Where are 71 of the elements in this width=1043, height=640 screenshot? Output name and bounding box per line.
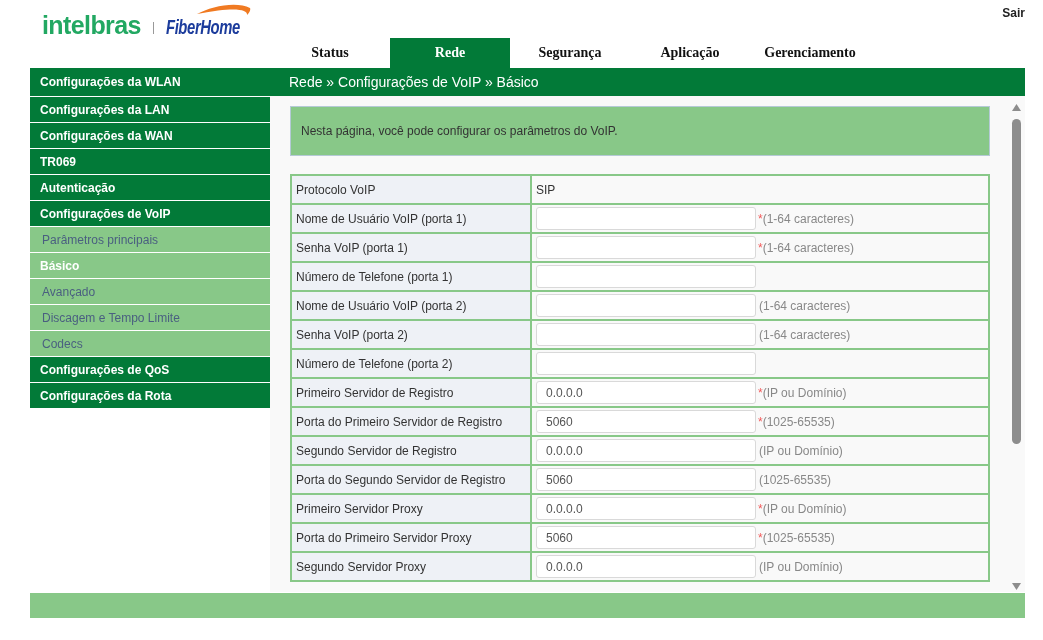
hint-text: (1025-65535) xyxy=(762,414,835,429)
text-field[interactable] xyxy=(536,323,756,346)
hint-text: (1025-65535) xyxy=(759,472,832,487)
sidebar-item[interactable]: Configurações da WLAN xyxy=(30,68,270,96)
field-label: Primeiro Servidor Proxy xyxy=(291,494,531,523)
hint-text: (IP ou Domínio) xyxy=(759,559,843,574)
text-field[interactable] xyxy=(536,236,756,259)
logo-text: intelbras xyxy=(42,13,141,38)
logout-link[interactable]: Sair xyxy=(1002,6,1025,20)
scroll-up-icon[interactable] xyxy=(1012,104,1021,111)
field-label: Porta do Primeiro Servidor de Registro xyxy=(291,407,531,436)
hint-text: (1-64 caracteres) xyxy=(762,240,855,255)
text-field[interactable]: 0.0.0.0 xyxy=(536,439,756,462)
field-label: Porta do Segundo Servidor de Registro xyxy=(291,465,531,494)
field-label: Protocolo VoIP xyxy=(291,175,531,204)
text-field[interactable] xyxy=(536,294,756,317)
field-label: Número de Telefone (porta 1) xyxy=(291,262,531,291)
required-mark: * xyxy=(758,414,763,429)
sidebar-item[interactable]: Configurações de QoS xyxy=(30,357,270,382)
hint-text: (IP ou Domínio) xyxy=(759,443,843,458)
nav-tab[interactable]: Aplicação xyxy=(630,38,750,68)
required-mark: * xyxy=(758,530,763,545)
nav-tab[interactable]: Status xyxy=(270,38,390,68)
swoosh-icon xyxy=(196,3,251,15)
required-mark: * xyxy=(758,240,763,255)
required-mark: * xyxy=(758,501,763,516)
partner-logo-text: FiberHome xyxy=(164,16,241,38)
text-field[interactable]: 0.0.0.0 xyxy=(536,381,756,404)
sidebar-item[interactable]: Configurações da WAN xyxy=(30,123,270,148)
text-field[interactable] xyxy=(536,265,756,288)
scrollbar-thumb[interactable] xyxy=(1012,119,1021,444)
hint-text: (1025-65535) xyxy=(762,530,835,545)
field-label: Senha VoIP (porta 2) xyxy=(291,320,531,349)
nav-tab[interactable]: Segurança xyxy=(510,38,630,68)
field-value: SIP xyxy=(531,175,989,204)
field-label: Número de Telefone (porta 2) xyxy=(291,349,531,378)
scroll-down-icon[interactable] xyxy=(1012,583,1021,590)
text-field[interactable] xyxy=(536,352,756,375)
hint-text: (1-64 caracteres) xyxy=(759,298,851,313)
nav-tab[interactable]: Gerenciamento xyxy=(750,38,870,68)
hint-text: (1-64 caracteres) xyxy=(759,327,851,342)
text-field[interactable]: 5060 xyxy=(536,410,756,433)
field-label: Nome de Usuário VoIP (porta 1) xyxy=(291,204,531,233)
text-field[interactable]: 5060 xyxy=(536,526,756,549)
required-mark: * xyxy=(758,211,763,226)
text-field[interactable]: 0.0.0.0 xyxy=(536,555,756,578)
sidebar-subitem[interactable]: Discagem e Tempo Limite xyxy=(30,305,270,330)
hint-text: (1-64 caracteres) xyxy=(762,211,855,226)
sidebar-subitem[interactable]: Avançado xyxy=(30,279,270,304)
hint-text: (IP ou Domínio) xyxy=(762,385,847,400)
sidebar-item[interactable]: Configurações da Rota xyxy=(30,383,270,408)
field-label: Segundo Servidor de Registro xyxy=(291,436,531,465)
sidebar-item[interactable]: Autenticação xyxy=(30,175,270,200)
text-field[interactable]: 5060 xyxy=(536,468,756,491)
field-label: Nome de Usuário VoIP (porta 2) xyxy=(291,291,531,320)
sidebar-subitem[interactable]: Codecs xyxy=(30,331,270,356)
info-text: Nesta página, você pode configurar os parâmetros do VoIP. xyxy=(301,124,618,138)
sidebar-item[interactable]: Configurações de VoIP xyxy=(30,201,270,226)
nav-tab[interactable]: Rede xyxy=(390,38,510,68)
text-field[interactable]: 0.0.0.0 xyxy=(536,497,756,520)
hint-text: (IP ou Domínio) xyxy=(762,501,847,516)
breadcrumb-text: Rede » Configurações de VoIP » Básico xyxy=(289,74,539,90)
sidebar-item[interactable]: Configurações da LAN xyxy=(30,97,270,122)
required-mark: * xyxy=(758,385,763,400)
field-label: Primeiro Servidor de Registro xyxy=(291,378,531,407)
sidebar-item[interactable]: TR069 xyxy=(30,149,270,174)
field-label: Senha VoIP (porta 1) xyxy=(291,233,531,262)
field-label: Segundo Servidor Proxy xyxy=(291,552,531,581)
field-label: Porta do Primeiro Servidor Proxy xyxy=(291,523,531,552)
sidebar-subitem[interactable]: Parâmetros principais xyxy=(30,227,270,252)
text-field[interactable] xyxy=(536,207,756,230)
